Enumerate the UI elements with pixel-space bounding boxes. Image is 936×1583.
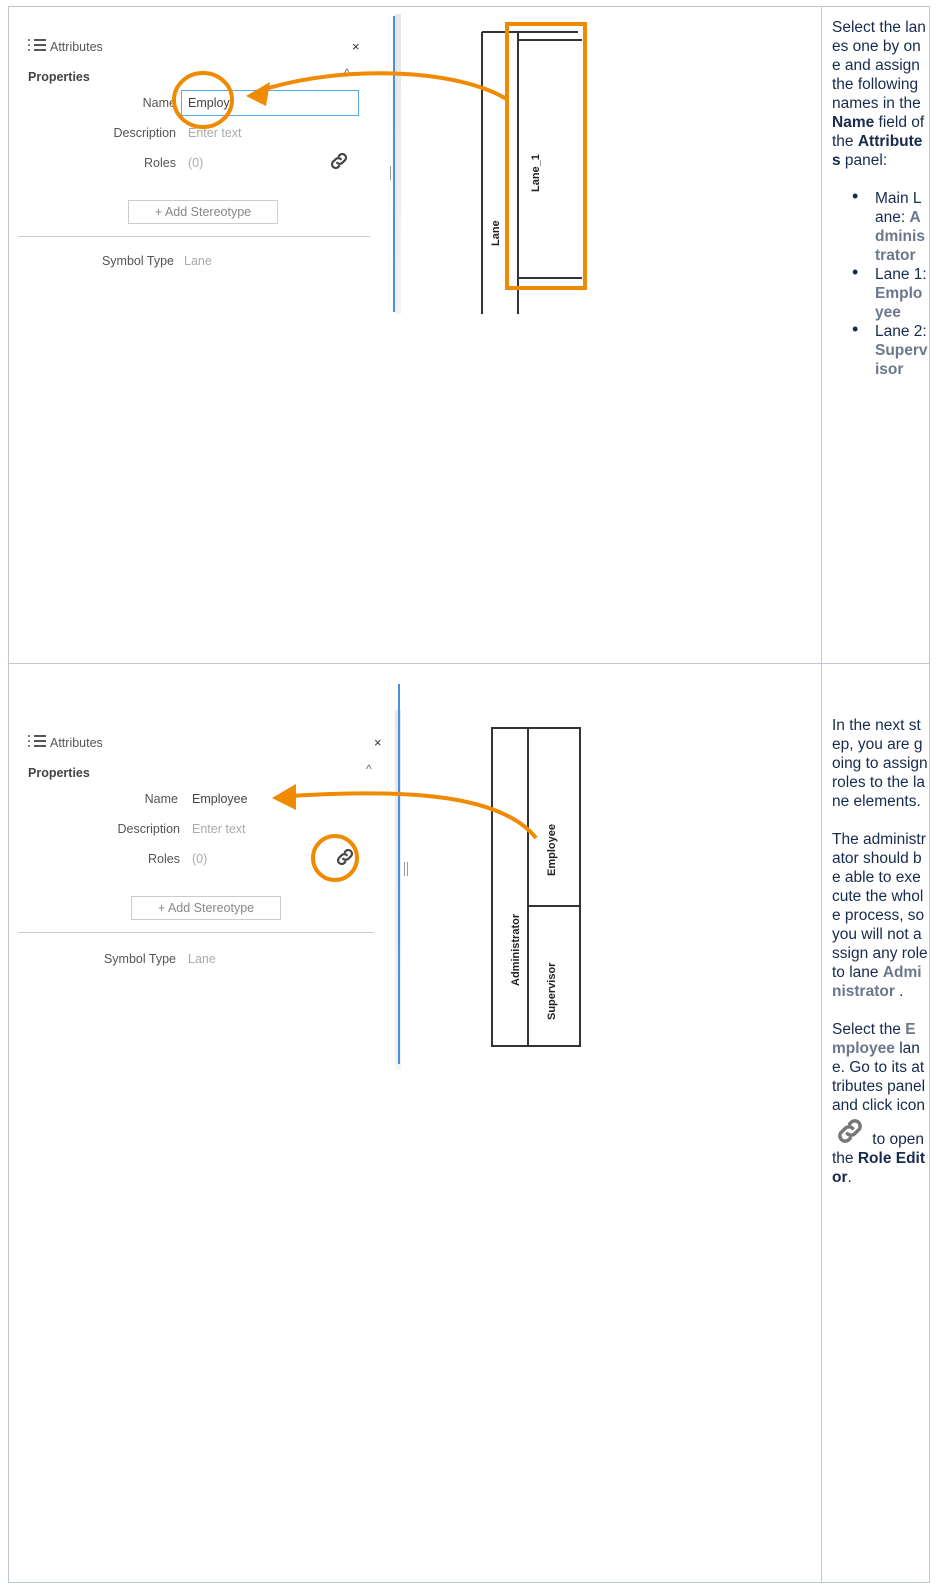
annotation-overlay [172, 71, 510, 129]
row1-intro: Select the lanes one by one and assign t… [832, 19, 926, 169]
row2-paragraph-3: Select the Employee lane. Go to its attr… [832, 1021, 926, 1186]
row2-paragraph-1: In the next step, you are going to assig… [832, 717, 928, 810]
column-divider [821, 7, 822, 1582]
row2-description: In the next step, you are going to assig… [832, 716, 928, 1206]
row1-screenshot: Attributes × Properties ^ Name Employ De… [8, 14, 820, 314]
link-icon [838, 1119, 862, 1143]
row2-paragraph-2: The administrator should be able to exec… [832, 831, 928, 1000]
list-item: Main Lane: Administrator [832, 187, 928, 265]
list-item: Lane 1: Employee [832, 263, 928, 322]
lane-names-list: Main Lane: Administrator Lane 1: Employe… [832, 187, 928, 379]
annotation-overlay [272, 784, 538, 882]
list-item: Lane 2: Supervisor [832, 320, 928, 379]
row-divider [9, 663, 929, 664]
row2-screenshot: Attributes × Properties ^ Name Employee … [8, 684, 820, 1070]
row1-description: Select the lanes one by one and assign t… [832, 18, 928, 379]
